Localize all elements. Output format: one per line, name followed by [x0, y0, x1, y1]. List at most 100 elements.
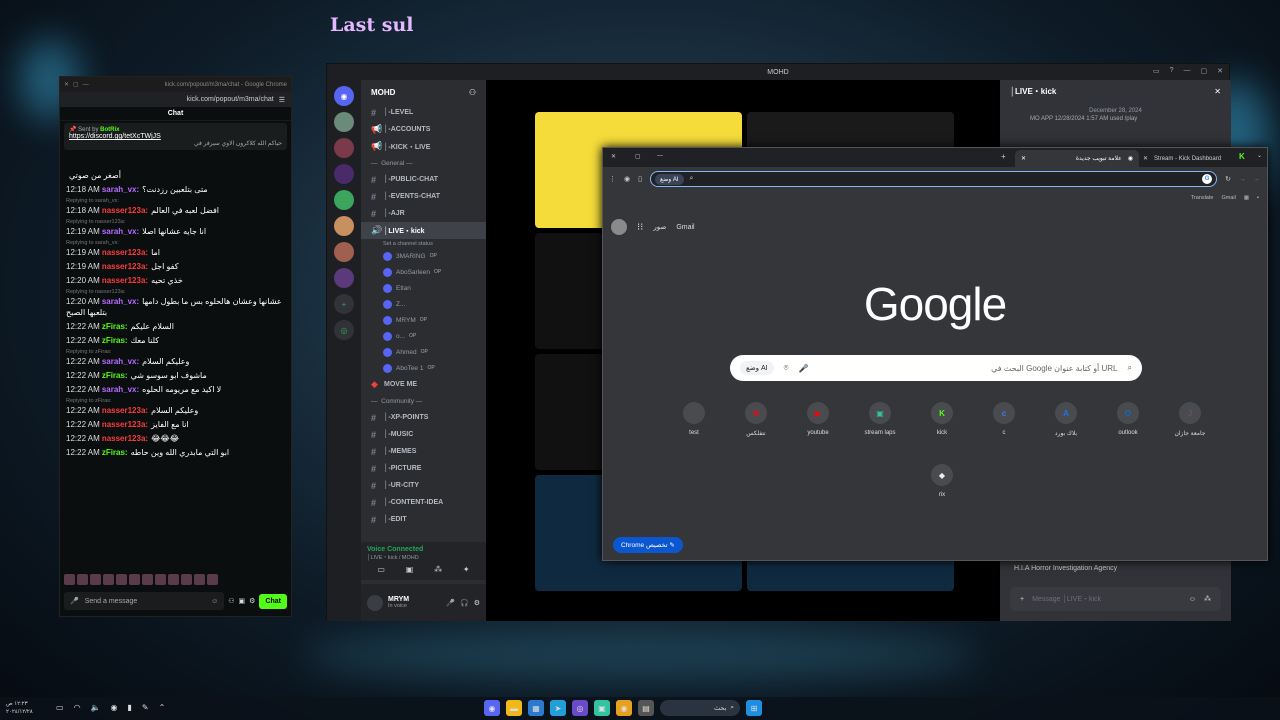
voice-user[interactable]: o... OP: [361, 328, 486, 344]
close-icon[interactable]: ✕: [1214, 87, 1221, 96]
camera-icon[interactable]: ▭: [377, 565, 385, 574]
ai-mode-button[interactable]: وضع AI: [740, 361, 774, 375]
message-username[interactable]: nasser123a:: [102, 420, 148, 429]
text-channel[interactable]: # │-EDIT: [361, 511, 486, 528]
shortcut-tile[interactable]: ▣ stream laps: [849, 402, 911, 464]
settings-icon[interactable]: ☰: [279, 96, 285, 104]
bot-icon[interactable]: ⚇: [228, 597, 234, 605]
tray-icon[interactable]: ▮: [128, 703, 132, 712]
new-tab-icon[interactable]: +: [1001, 152, 1006, 161]
apps-icon[interactable]: ⁂: [1204, 595, 1211, 603]
screen-share-icon[interactable]: ▣: [406, 565, 414, 574]
text-channel[interactable]: # │-UR-CITY: [361, 477, 486, 494]
voice-user[interactable]: AboSarleen OP: [361, 264, 486, 280]
chat-send-button[interactable]: Chat: [259, 593, 287, 609]
message-username[interactable]: nasser123a:: [102, 248, 148, 257]
mic-icon[interactable]: 🎤: [70, 597, 79, 605]
gear-icon[interactable]: ⚙: [249, 597, 255, 605]
apps-icon[interactable]: ▦: [1244, 195, 1249, 201]
kick-message-input[interactable]: 🎤 Send a message ☺: [64, 592, 225, 610]
server-icon[interactable]: [334, 164, 354, 184]
message-username[interactable]: nasser123a:: [102, 276, 148, 285]
activities-icon[interactable]: ⁂: [434, 565, 442, 574]
text-channel[interactable]: # │-PICTURE: [361, 460, 486, 477]
message-username[interactable]: sarah_vx:: [102, 185, 139, 194]
battery-icon[interactable]: ▭: [56, 703, 64, 712]
kick-emote-bar[interactable]: [64, 574, 287, 586]
ntp-search-box[interactable]: وضع AI ⌾ 🎤 البحث في Google أو كتابة عنوا…: [730, 355, 1142, 381]
reply-reference[interactable]: Replying to sarah_vx:: [66, 240, 285, 247]
soundboard-icon[interactable]: ✦: [463, 565, 470, 574]
back-icon[interactable]: ←: [1254, 176, 1261, 183]
gift-icon[interactable]: ▣: [239, 597, 246, 605]
kick-urlbar[interactable]: kick.com/popout/m3ma/chat ☰: [60, 92, 291, 107]
menu-icon[interactable]: ⋮: [609, 175, 616, 183]
message-input[interactable]: + Message │LIVE・kick ☺ ⁂: [1010, 587, 1221, 611]
voice-channel-move-me[interactable]: ◆ MOVE ME: [361, 376, 486, 393]
text-channel[interactable]: # │-MEMES: [361, 443, 486, 460]
shortcut-tile[interactable]: N نتفلكس: [725, 402, 787, 464]
voice-user[interactable]: Ahmed OP: [361, 344, 486, 360]
shortcut-tile[interactable]: A بلاك بورد: [1035, 402, 1097, 464]
server-icon[interactable]: [334, 216, 354, 236]
add-member-icon[interactable]: ⚇: [469, 88, 476, 97]
ai-mode-chip[interactable]: وضع AI: [654, 173, 684, 185]
category-community[interactable]: — Community —: [361, 393, 486, 409]
server-icon[interactable]: [334, 268, 354, 288]
reply-reference[interactable]: Replying to nasser123a:: [66, 289, 285, 296]
voice-user[interactable]: MRYM OP: [361, 312, 486, 328]
windows-start-icon[interactable]: ⊞: [746, 700, 762, 716]
text-channel[interactable]: # │-MUSIC: [361, 426, 486, 443]
close-icon[interactable]: ✕: [1143, 155, 1148, 162]
forward-icon[interactable]: →: [1239, 176, 1246, 183]
avatar[interactable]: [611, 219, 627, 235]
message-username[interactable]: nasser123a:: [102, 434, 148, 443]
tray-icon[interactable]: ◉: [111, 703, 118, 712]
message-username[interactable]: zFiras:: [102, 336, 128, 345]
gmail-link[interactable]: Gmail: [676, 224, 694, 231]
text-channel[interactable]: # │-XP-POINTS: [361, 409, 486, 426]
message-username[interactable]: nasser123a:: [102, 206, 148, 215]
reply-reference[interactable]: Replying to zFiras:: [66, 349, 285, 356]
streamlabs-icon[interactable]: ▣: [594, 700, 610, 716]
voice-channel-live-kick[interactable]: 🔊 │LIVE・kick: [361, 222, 486, 239]
server-icon[interactable]: [334, 190, 354, 210]
headphones-icon[interactable]: 🎧: [460, 599, 469, 607]
emoji-icon[interactable]: ☺: [211, 598, 218, 605]
discord-taskbar-icon[interactable]: ◉: [484, 700, 500, 716]
server-icon[interactable]: [334, 138, 354, 158]
close-icon[interactable]: ✕: [1021, 155, 1026, 162]
message-username[interactable]: sarah_vx:: [102, 385, 139, 394]
tab-kick-dashboard[interactable]: ✕ Stream - Kick Dashboard: [1137, 150, 1247, 167]
minimize-icon[interactable]: —: [83, 82, 89, 88]
voice-user[interactable]: AboTee 1 OP: [361, 360, 486, 376]
shortcut-tile[interactable]: ▶ youtube: [787, 402, 849, 464]
help-icon[interactable]: ?: [1170, 67, 1174, 75]
mic-icon[interactable]: 🎤: [798, 364, 808, 373]
bookmark-translate[interactable]: Translate: [1191, 195, 1214, 201]
server-icon[interactable]: [334, 112, 354, 132]
shortcut-tile[interactable]: Ooutlook: [1097, 402, 1159, 464]
minimize-icon[interactable]: —: [657, 153, 663, 159]
shortcut-tile[interactable]: Kkick: [911, 402, 973, 464]
voice-user[interactable]: Z...: [361, 296, 486, 312]
channel-status[interactable]: Set a channel status: [361, 239, 486, 248]
message-username[interactable]: zFiras:: [102, 322, 128, 331]
reply-reference[interactable]: Replying to sarah_vx:: [66, 198, 285, 205]
close-icon[interactable]: ✕: [611, 153, 616, 160]
message-username[interactable]: zFiras:: [102, 371, 128, 380]
message-username[interactable]: zFiras:: [102, 448, 128, 457]
address-bar[interactable]: وضع AI ⌕ G: [649, 171, 1218, 187]
chevron-up-icon[interactable]: ⌃: [159, 703, 166, 712]
close-icon[interactable]: ✕: [1217, 67, 1223, 75]
file-explorer-icon[interactable]: ▬: [506, 700, 522, 716]
server-name-header[interactable]: MOHD ⚇: [361, 80, 486, 104]
shortcut-tile[interactable]: J جامعة جازان: [1159, 402, 1221, 464]
maximize-icon[interactable]: ▢: [1201, 67, 1208, 75]
menu-icon[interactable]: ▪: [1257, 195, 1259, 201]
customize-chrome-button[interactable]: Chrome تخصيص ✎: [613, 537, 683, 553]
discord-home-icon[interactable]: ◉: [334, 86, 354, 106]
reload-icon[interactable]: ↻: [1225, 175, 1231, 183]
inbox-icon[interactable]: ▭: [1153, 67, 1160, 75]
shortcut-tile[interactable]: ⚙ test: [663, 402, 725, 464]
